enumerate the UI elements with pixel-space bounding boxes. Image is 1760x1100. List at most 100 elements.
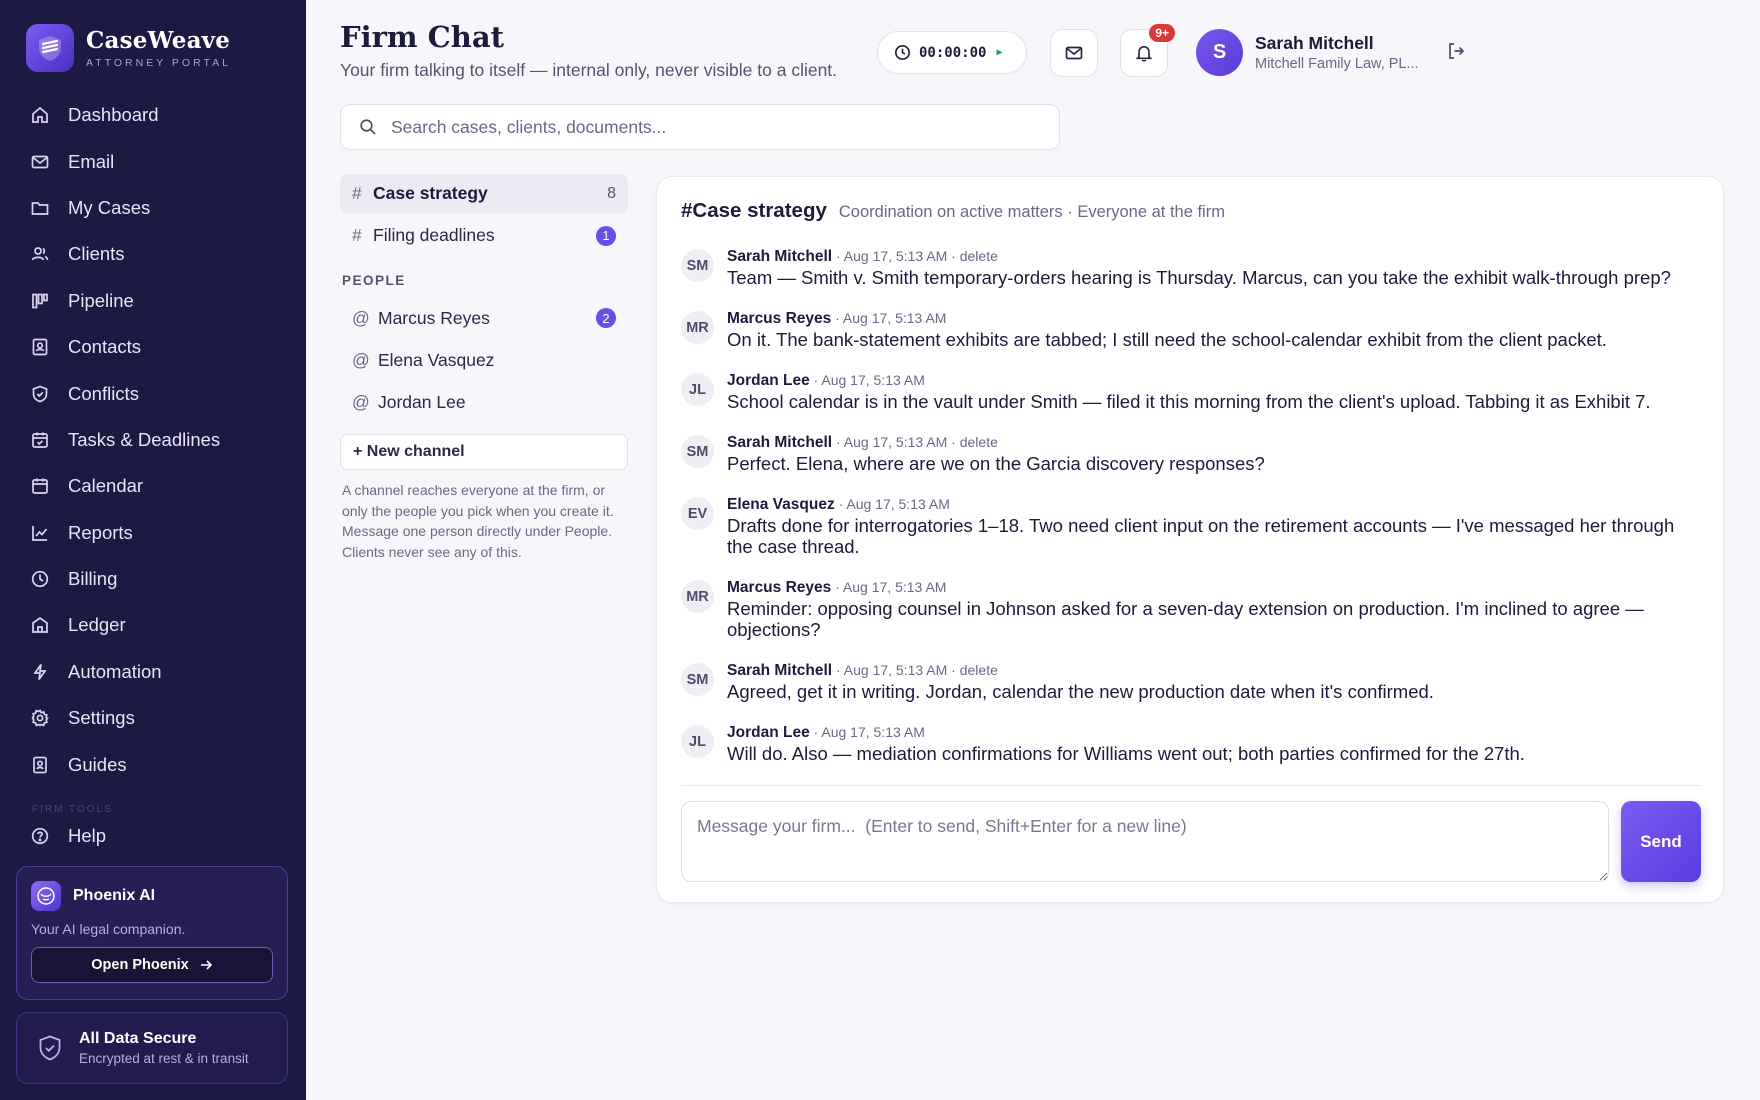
inbox-button[interactable] (1050, 29, 1098, 77)
brand-tagline: ATTORNEY PORTAL (86, 57, 231, 69)
nav-item-settings[interactable]: Settings (14, 695, 292, 741)
new-channel-button[interactable]: + New channel (340, 434, 628, 470)
message-author: Jordan Lee (727, 372, 810, 389)
dm-elena-vasquez[interactable]: @ Elena Vasquez (340, 340, 628, 380)
open-phoenix-button[interactable]: Open Phoenix (31, 947, 273, 983)
message: MR Marcus Reyes · Aug 17, 5:13 AM Remind… (681, 578, 1705, 661)
message-author: Sarah Mitchell (727, 248, 833, 265)
delete-message-link[interactable]: · delete (951, 434, 998, 450)
main-nav: Dashboard Email My Cases Clients Pipelin… (14, 92, 292, 788)
help-label: Help (68, 825, 107, 846)
channel-filing-deadlines[interactable]: # Filing deadlines 1 (340, 216, 628, 255)
dm-jordan-lee[interactable]: @ Jordan Lee (340, 382, 628, 422)
users-icon (30, 244, 50, 264)
message: SM Sarah Mitchell · Aug 17, 5:13 AM · de… (681, 247, 1705, 309)
channel-hash: # (352, 225, 362, 245)
message-author: Sarah Mitchell (727, 434, 833, 451)
dm-at: @ (352, 391, 370, 412)
shield-check-icon (30, 384, 50, 404)
timer-value: 00:00:00 (919, 44, 987, 61)
chat-description: Coordination on active matters · Everyon… (838, 203, 1225, 221)
nav-label: Billing (68, 568, 118, 590)
chat-title: #Case strategy (681, 199, 827, 222)
shield-check-icon (35, 1033, 65, 1063)
message-author: Jordan Lee (727, 724, 810, 741)
folder-icon (30, 198, 50, 218)
people-heading: PEOPLE (342, 273, 406, 288)
message-text: On it. The bank-statement exhibits are t… (727, 329, 1607, 350)
nav-item-help[interactable]: Help (30, 825, 106, 847)
avatar: SM (681, 435, 714, 468)
nav-item-clients[interactable]: Clients (14, 231, 292, 277)
nav-item-guides[interactable]: Guides (14, 741, 292, 787)
message-text: Team — Smith v. Smith temporary-orders h… (727, 267, 1671, 288)
delete-message-link[interactable]: · delete (951, 248, 998, 264)
user-menu[interactable]: S Sarah Mitchell Mitchell Family Law, PL… (1196, 29, 1419, 76)
nav-label: Reports (68, 521, 133, 543)
message: SM Sarah Mitchell · Aug 17, 5:13 AM · de… (681, 433, 1705, 495)
nav-item-email[interactable]: Email (14, 138, 292, 184)
nav-item-contacts[interactable]: Contacts (14, 324, 292, 370)
message-text: Will do. Also — mediation confirmations … (727, 743, 1525, 764)
message-author: Elena Vasquez (727, 496, 835, 513)
page-title: Firm Chat (340, 20, 505, 54)
message-author: Sarah Mitchell (727, 662, 833, 679)
nav-item-calendar[interactable]: Calendar (14, 463, 292, 509)
unread-badge: 1 (596, 225, 616, 246)
nav-label: Guides (68, 753, 127, 775)
search-input[interactable] (391, 116, 1031, 138)
nav-label: Ledger (68, 614, 126, 636)
line-chart-icon (30, 523, 50, 543)
avatar: JL (681, 373, 714, 406)
mail-icon (1064, 43, 1084, 63)
message-author: Marcus Reyes (727, 310, 832, 327)
nav-item-my-cases[interactable]: My Cases (14, 185, 292, 231)
nav-item-billing[interactable]: Billing (14, 556, 292, 602)
book-icon (30, 755, 50, 775)
page-subtitle: Your firm talking to itself — internal o… (340, 60, 838, 80)
contact-card-icon (30, 337, 50, 357)
nav-label: Automation (68, 660, 162, 682)
nav-label: Calendar (68, 475, 144, 497)
message-time: · Aug 17, 5:13 AM (835, 662, 948, 678)
message: MR Marcus Reyes · Aug 17, 5:13 AM On it.… (681, 309, 1705, 371)
message-time: · Aug 17, 5:13 AM (813, 724, 925, 740)
message-text: School calendar is in the vault under Sm… (727, 391, 1651, 412)
brand[interactable]: CaseWeave ATTORNEY PORTAL (26, 24, 231, 72)
notifications-button[interactable]: 9+ (1120, 24, 1175, 77)
channel-hash: # (352, 183, 362, 203)
channel-help-text: A channel reaches everyone at the firm, … (342, 482, 614, 560)
global-search[interactable] (340, 104, 1060, 150)
message-text: Drafts done for interrogatories 1–18. Tw… (727, 515, 1675, 557)
delete-message-link[interactable]: · delete (951, 662, 998, 678)
secure-subtitle: Encrypted at rest & in transit (79, 1051, 249, 1066)
dm-marcus-reyes[interactable]: @ Marcus Reyes 2 (340, 298, 628, 338)
nav-item-pipeline[interactable]: Pipeline (14, 278, 292, 324)
nav-item-reports[interactable]: Reports (14, 510, 292, 556)
unread-badge: 2 (596, 308, 616, 328)
help-circle-icon (30, 826, 50, 846)
sidebar: CaseWeave ATTORNEY PORTAL Dashboard Emai… (0, 0, 306, 1100)
nav-item-automation[interactable]: Automation (14, 649, 292, 695)
nav-item-ledger[interactable]: Ledger (14, 602, 292, 648)
channel-case-strategy[interactable]: # Case strategy 8 (340, 174, 628, 213)
time-tracker-button[interactable]: 00:00:00 ▶ (877, 31, 1027, 74)
logout-icon (1446, 41, 1466, 61)
avatar: SM (681, 249, 714, 282)
message-text: Agreed, get it in writing. Jordan, calen… (727, 681, 1434, 702)
lightning-icon (30, 662, 50, 682)
nav-item-dashboard[interactable]: Dashboard (14, 92, 292, 138)
avatar: SM (681, 663, 714, 696)
nav-label: Settings (68, 707, 135, 729)
phoenix-title: Phoenix AI (73, 887, 156, 904)
mail-icon (30, 152, 50, 172)
data-secure-card: All Data Secure Encrypted at rest & in t… (16, 1012, 288, 1084)
message-composer[interactable] (681, 801, 1609, 882)
secure-title: All Data Secure (79, 1030, 197, 1047)
logout-button[interactable] (1446, 41, 1466, 61)
search-icon (359, 118, 377, 136)
nav-item-conflicts[interactable]: Conflicts (14, 370, 292, 416)
send-button[interactable]: Send (1621, 801, 1701, 882)
nav-item-tasks-deadlines[interactable]: Tasks & Deadlines (14, 417, 292, 463)
clock-icon (30, 569, 50, 589)
